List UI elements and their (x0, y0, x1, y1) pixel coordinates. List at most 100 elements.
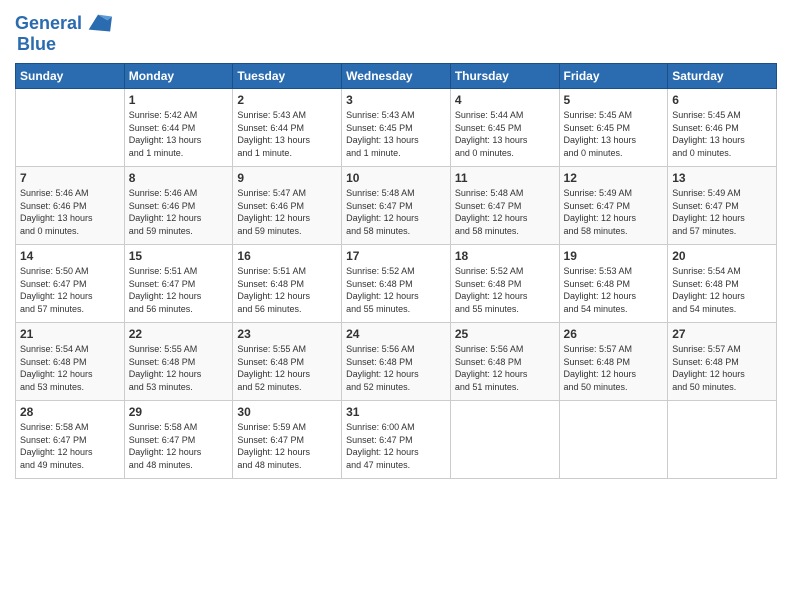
day-info: Sunrise: 5:56 AM Sunset: 6:48 PM Dayligh… (346, 343, 446, 393)
day-info: Sunrise: 5:49 AM Sunset: 6:47 PM Dayligh… (564, 187, 664, 237)
day-number: 10 (346, 171, 446, 185)
day-number: 7 (20, 171, 120, 185)
calendar-cell: 5 Sunrise: 5:45 AM Sunset: 6:45 PM Daylig… (559, 89, 668, 167)
week-row-2: 14Sunrise: 5:50 AM Sunset: 6:47 PM Dayli… (16, 245, 777, 323)
day-info: Sunrise: 5:43 AM Sunset: 6:44 PM Dayligh… (237, 109, 337, 159)
day-number: 8 (129, 171, 229, 185)
day-info: Sunrise: 5:48 AM Sunset: 6:47 PM Dayligh… (455, 187, 555, 237)
dow-header-sunday: Sunday (16, 64, 125, 89)
day-number: 23 (237, 327, 337, 341)
calendar-cell: 17 Sunrise: 5:52 AM Sunset: 6:48 PM Dayli… (342, 245, 451, 323)
day-number: 28 (20, 405, 120, 419)
day-of-week-header-row: SundayMondayTuesdayWednesdayThursdayFrid… (16, 64, 777, 89)
calendar-cell: 9 Sunrise: 5:47 AM Sunset: 6:46 PM Daylig… (233, 167, 342, 245)
calendar-cell: 26 Sunrise: 5:57 AM Sunset: 6:48 PM Dayli… (559, 323, 668, 401)
day-number: 20 (672, 249, 772, 263)
day-info: Sunrise: 5:55 AM Sunset: 6:48 PM Dayligh… (129, 343, 229, 393)
day-number: 22 (129, 327, 229, 341)
day-info: Sunrise: 5:54 AM Sunset: 6:48 PM Dayligh… (672, 265, 772, 315)
dow-header-saturday: Saturday (668, 64, 777, 89)
day-number: 13 (672, 171, 772, 185)
calendar-cell: 28 Sunrise: 5:58 AM Sunset: 6:47 PM Dayli… (16, 401, 125, 479)
day-number: 21 (20, 327, 120, 341)
logo-icon (84, 10, 112, 38)
calendar-cell: 23 Sunrise: 5:55 AM Sunset: 6:48 PM Dayli… (233, 323, 342, 401)
day-number: 6 (672, 93, 772, 107)
calendar-body: 1 Sunrise: 5:42 AM Sunset: 6:44 PM Daylig… (16, 89, 777, 479)
day-number: 12 (564, 171, 664, 185)
logo-text: General (15, 14, 82, 34)
calendar-cell: 13 Sunrise: 5:49 AM Sunset: 6:47 PM Dayli… (668, 167, 777, 245)
day-info: Sunrise: 5:52 AM Sunset: 6:48 PM Dayligh… (455, 265, 555, 315)
day-number: 30 (237, 405, 337, 419)
day-info: Sunrise: 5:52 AM Sunset: 6:48 PM Dayligh… (346, 265, 446, 315)
dow-header-monday: Monday (124, 64, 233, 89)
day-info: Sunrise: 5:57 AM Sunset: 6:48 PM Dayligh… (672, 343, 772, 393)
day-number: 24 (346, 327, 446, 341)
calendar-cell: 25 Sunrise: 5:56 AM Sunset: 6:48 PM Dayli… (450, 323, 559, 401)
calendar-cell (16, 89, 125, 167)
day-number: 16 (237, 249, 337, 263)
day-info: Sunrise: 5:58 AM Sunset: 6:47 PM Dayligh… (129, 421, 229, 471)
day-info: Sunrise: 5:45 AM Sunset: 6:45 PM Dayligh… (564, 109, 664, 159)
day-info: Sunrise: 5:49 AM Sunset: 6:47 PM Dayligh… (672, 187, 772, 237)
day-number: 4 (455, 93, 555, 107)
day-number: 27 (672, 327, 772, 341)
day-number: 1 (129, 93, 229, 107)
day-number: 2 (237, 93, 337, 107)
day-number: 26 (564, 327, 664, 341)
calendar-cell: 11Sunrise: 5:48 AM Sunset: 6:47 PM Dayli… (450, 167, 559, 245)
calendar-cell: 6Sunrise: 5:45 AM Sunset: 6:46 PM Daylig… (668, 89, 777, 167)
day-info: Sunrise: 5:47 AM Sunset: 6:46 PM Dayligh… (237, 187, 337, 237)
day-number: 15 (129, 249, 229, 263)
calendar-cell: 20 Sunrise: 5:54 AM Sunset: 6:48 PM Dayli… (668, 245, 777, 323)
week-row-1: 7 Sunrise: 5:46 AM Sunset: 6:46 PM Daylig… (16, 167, 777, 245)
week-row-3: 21 Sunrise: 5:54 AM Sunset: 6:48 PM Dayli… (16, 323, 777, 401)
day-info: Sunrise: 5:43 AM Sunset: 6:45 PM Dayligh… (346, 109, 446, 159)
day-info: Sunrise: 5:58 AM Sunset: 6:47 PM Dayligh… (20, 421, 120, 471)
calendar-cell: 18Sunrise: 5:52 AM Sunset: 6:48 PM Dayli… (450, 245, 559, 323)
day-number: 5 (564, 93, 664, 107)
day-number: 3 (346, 93, 446, 107)
day-number: 9 (237, 171, 337, 185)
calendar-cell: 12 Sunrise: 5:49 AM Sunset: 6:47 PM Dayli… (559, 167, 668, 245)
calendar-cell: 27 Sunrise: 5:57 AM Sunset: 6:48 PM Dayli… (668, 323, 777, 401)
calendar-cell (559, 401, 668, 479)
dow-header-friday: Friday (559, 64, 668, 89)
day-info: Sunrise: 5:56 AM Sunset: 6:48 PM Dayligh… (455, 343, 555, 393)
calendar-cell: 19 Sunrise: 5:53 AM Sunset: 6:48 PM Dayli… (559, 245, 668, 323)
dow-header-tuesday: Tuesday (233, 64, 342, 89)
day-number: 14 (20, 249, 120, 263)
dow-header-thursday: Thursday (450, 64, 559, 89)
calendar-cell: 22 Sunrise: 5:55 AM Sunset: 6:48 PM Dayli… (124, 323, 233, 401)
week-row-4: 28 Sunrise: 5:58 AM Sunset: 6:47 PM Dayli… (16, 401, 777, 479)
week-row-0: 1 Sunrise: 5:42 AM Sunset: 6:44 PM Daylig… (16, 89, 777, 167)
calendar-cell: 29 Sunrise: 5:58 AM Sunset: 6:47 PM Dayli… (124, 401, 233, 479)
day-number: 29 (129, 405, 229, 419)
calendar-cell: 21 Sunrise: 5:54 AM Sunset: 6:48 PM Dayli… (16, 323, 125, 401)
calendar-cell: 10Sunrise: 5:48 AM Sunset: 6:47 PM Dayli… (342, 167, 451, 245)
calendar-cell: 4 Sunrise: 5:44 AM Sunset: 6:45 PM Daylig… (450, 89, 559, 167)
calendar-cell: 2 Sunrise: 5:43 AM Sunset: 6:44 PM Daylig… (233, 89, 342, 167)
day-info: Sunrise: 5:46 AM Sunset: 6:46 PM Dayligh… (20, 187, 120, 237)
calendar-cell (450, 401, 559, 479)
day-number: 25 (455, 327, 555, 341)
day-number: 19 (564, 249, 664, 263)
day-info: Sunrise: 5:57 AM Sunset: 6:48 PM Dayligh… (564, 343, 664, 393)
day-info: Sunrise: 5:59 AM Sunset: 6:47 PM Dayligh… (237, 421, 337, 471)
day-info: Sunrise: 5:44 AM Sunset: 6:45 PM Dayligh… (455, 109, 555, 159)
day-info: Sunrise: 5:53 AM Sunset: 6:48 PM Dayligh… (564, 265, 664, 315)
day-info: Sunrise: 5:42 AM Sunset: 6:44 PM Dayligh… (129, 109, 229, 159)
calendar-cell: 24 Sunrise: 5:56 AM Sunset: 6:48 PM Dayli… (342, 323, 451, 401)
day-info: Sunrise: 5:55 AM Sunset: 6:48 PM Dayligh… (237, 343, 337, 393)
calendar-table: SundayMondayTuesdayWednesdayThursdayFrid… (15, 63, 777, 479)
calendar-cell: 1 Sunrise: 5:42 AM Sunset: 6:44 PM Daylig… (124, 89, 233, 167)
day-info: Sunrise: 6:00 AM Sunset: 6:47 PM Dayligh… (346, 421, 446, 471)
day-info: Sunrise: 5:54 AM Sunset: 6:48 PM Dayligh… (20, 343, 120, 393)
day-number: 31 (346, 405, 446, 419)
calendar-cell: 16 Sunrise: 5:51 AM Sunset: 6:48 PM Dayli… (233, 245, 342, 323)
day-number: 17 (346, 249, 446, 263)
calendar-cell: 31 Sunrise: 6:00 AM Sunset: 6:47 PM Dayli… (342, 401, 451, 479)
day-info: Sunrise: 5:51 AM Sunset: 6:48 PM Dayligh… (237, 265, 337, 315)
calendar-cell: 3 Sunrise: 5:43 AM Sunset: 6:45 PM Daylig… (342, 89, 451, 167)
